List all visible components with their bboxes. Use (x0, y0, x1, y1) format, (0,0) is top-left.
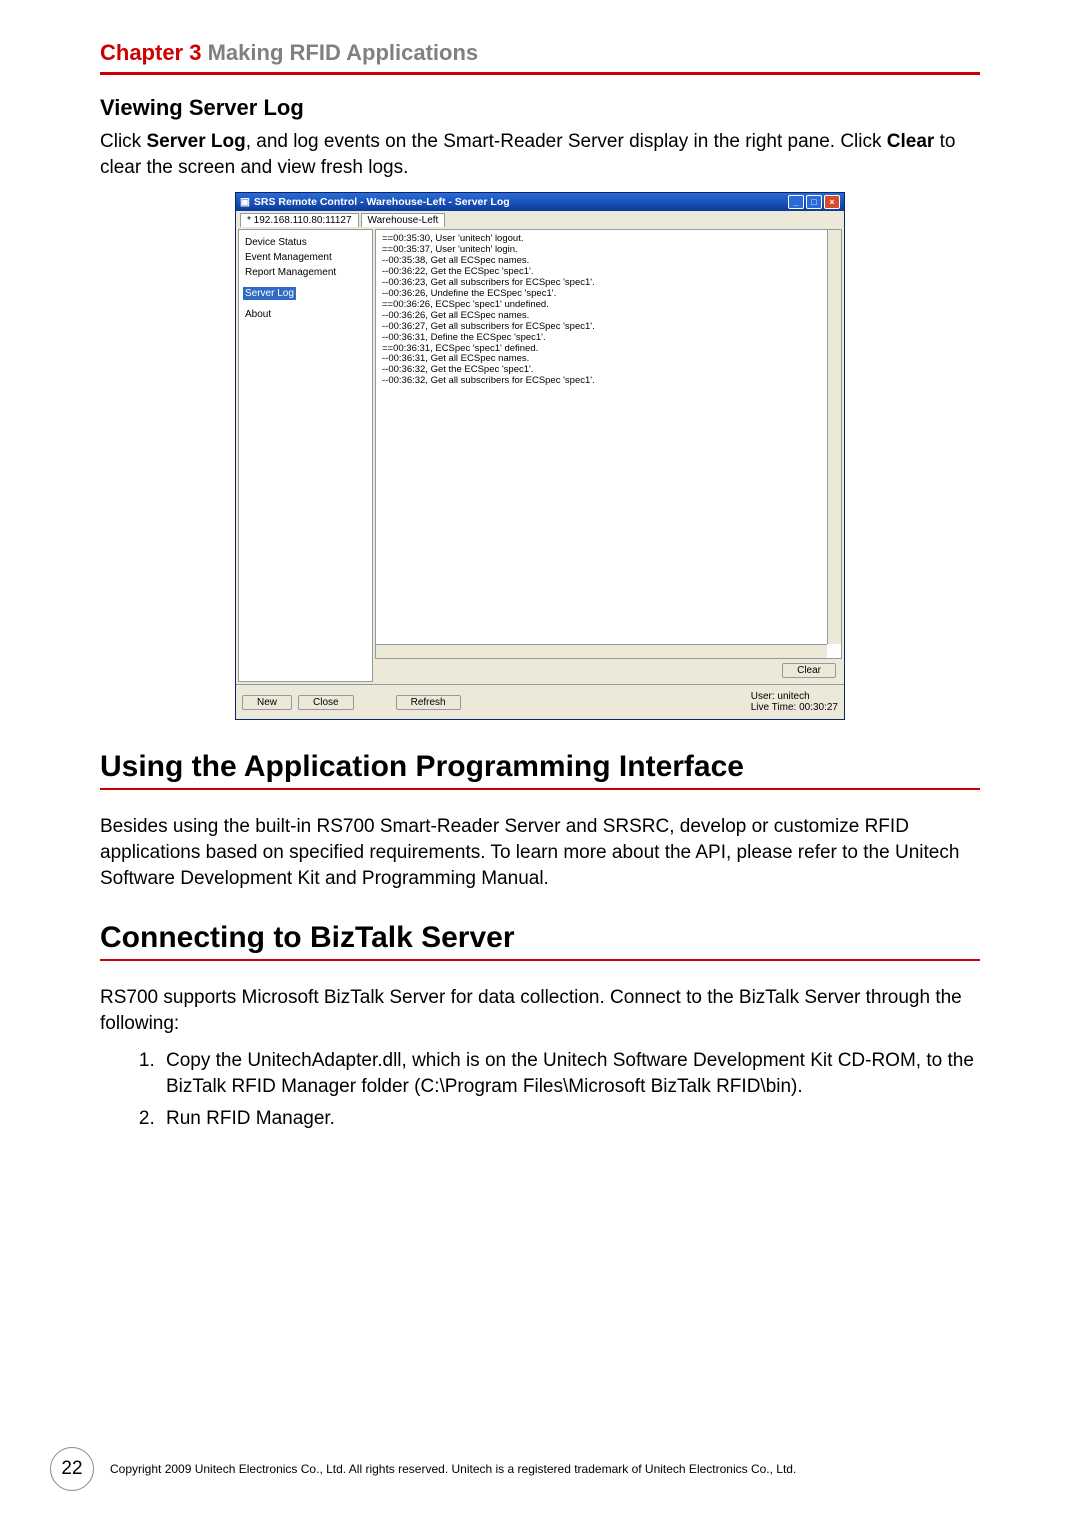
minimize-button[interactable]: _ (788, 195, 804, 209)
clear-button[interactable]: Clear (782, 663, 836, 678)
divider (100, 788, 980, 790)
page-number: 22 (50, 1447, 94, 1491)
sidebar: Device Status Event Management Report Ma… (238, 229, 373, 682)
sidebar-item-event-management[interactable]: Event Management (243, 251, 368, 264)
log-line: --00:36:27, Get all subscribers for ECSp… (382, 322, 835, 333)
step-item: Run RFID Manager. (160, 1106, 980, 1132)
refresh-button[interactable]: Refresh (396, 695, 461, 710)
biztalk-steps: Copy the UnitechAdapter.dll, which is on… (160, 1048, 980, 1131)
new-button[interactable]: New (242, 695, 292, 710)
user-label: User: unitech (751, 691, 838, 702)
connection-tabs: * 192.168.110.80:11127 Warehouse-Left (236, 211, 844, 227)
live-time-label: Live Time: 00:30:27 (751, 702, 838, 713)
footer-info: User: unitech Live Time: 00:30:27 (751, 691, 838, 713)
tab-connection[interactable]: * 192.168.110.80:11127 (240, 213, 359, 227)
section-heading-api: Using the Application Programming Interf… (100, 750, 980, 784)
close-button[interactable]: Close (298, 695, 354, 710)
window-title: SRS Remote Control - Warehouse-Left - Se… (254, 196, 510, 208)
log-line: --00:36:31, Define the ECSpec 'spec1'. (382, 333, 835, 344)
horizontal-scrollbar[interactable] (376, 644, 827, 658)
viewing-paragraph: Click Server Log, and log events on the … (100, 129, 980, 180)
page-footer: 22 Copyright 2009 Unitech Electronics Co… (50, 1447, 980, 1491)
text: , and log events on the Smart-Reader Ser… (246, 131, 887, 152)
section-heading-biztalk: Connecting to BizTalk Server (100, 921, 980, 955)
log-pane: ==00:35:30, User 'unitech' logout.==00:3… (375, 229, 842, 659)
bold-text: Server Log (146, 131, 245, 152)
sidebar-item-server-log[interactable]: Server Log (243, 287, 296, 300)
app-window: ▣ SRS Remote Control - Warehouse-Left - … (235, 192, 845, 720)
biztalk-paragraph: RS700 supports Microsoft BizTalk Server … (100, 985, 980, 1036)
api-paragraph: Besides using the built-in RS700 Smart-R… (100, 814, 980, 891)
step-item: Copy the UnitechAdapter.dll, which is on… (160, 1048, 980, 1099)
maximize-button[interactable]: □ (806, 195, 822, 209)
section-heading-viewing: Viewing Server Log (100, 95, 980, 121)
sidebar-item-report-management[interactable]: Report Management (243, 266, 368, 279)
divider (100, 72, 980, 75)
chapter-header: Chapter 3 Making RFID Applications (100, 40, 980, 66)
tab-warehouse[interactable]: Warehouse-Left (361, 213, 446, 227)
window-footer: New Close Refresh User: unitech Live Tim… (236, 684, 844, 719)
text: Click (100, 131, 146, 152)
log-line: --00:36:32, Get all subscribers for ECSp… (382, 376, 835, 387)
sidebar-item-device-status[interactable]: Device Status (243, 236, 368, 249)
chapter-label: Chapter 3 (100, 40, 201, 65)
sidebar-item-about[interactable]: About (243, 308, 368, 321)
log-content: ==00:35:30, User 'unitech' logout.==00:3… (382, 234, 835, 387)
vertical-scrollbar[interactable] (827, 230, 841, 644)
copyright-text: Copyright 2009 Unitech Electronics Co., … (110, 1462, 796, 1476)
chapter-title: Making RFID Applications (208, 40, 479, 65)
bold-text: Clear (887, 131, 935, 152)
close-window-button[interactable]: × (824, 195, 840, 209)
app-icon: ▣ (240, 196, 250, 208)
divider (100, 959, 980, 961)
window-titlebar: ▣ SRS Remote Control - Warehouse-Left - … (236, 193, 844, 211)
